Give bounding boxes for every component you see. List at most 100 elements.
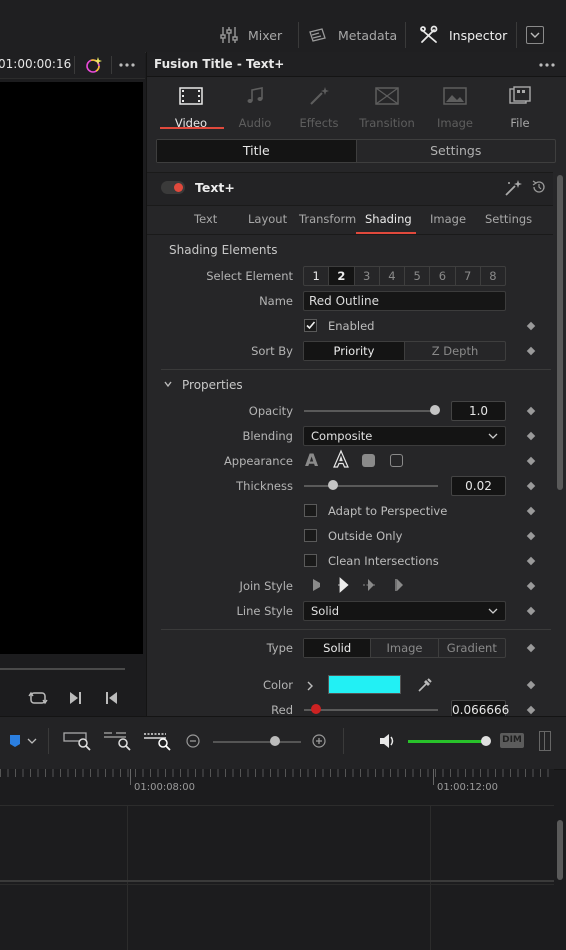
tab-file[interactable]: File	[489, 80, 551, 130]
appearance-label: Appearance	[223, 454, 293, 468]
dim-button[interactable]: DIM	[500, 733, 524, 748]
inspector-scrollbar[interactable]	[557, 175, 563, 490]
color-sample-icon[interactable]	[84, 55, 104, 75]
color-swatch[interactable]	[328, 675, 401, 694]
join-style-miter-icon[interactable]	[336, 577, 350, 593]
sort-by-selector: Priority Z Depth	[303, 341, 506, 361]
transition-icon	[375, 87, 399, 105]
viewer-canvas[interactable]	[0, 82, 143, 654]
red-slider-knob[interactable]	[311, 704, 321, 714]
node-enable-toggle[interactable]	[161, 181, 185, 194]
appearance-rounded-box-icon[interactable]	[362, 454, 375, 467]
color-label: Color	[262, 678, 293, 692]
element-6[interactable]: 6	[429, 267, 454, 285]
tab-video[interactable]: Video	[160, 80, 222, 130]
volume-slider-knob[interactable]	[481, 736, 491, 746]
metadata-tab[interactable]: Metadata	[308, 20, 397, 50]
tab-settings[interactable]: Settings	[355, 140, 556, 162]
mixer-tab[interactable]: Mixer	[220, 20, 282, 50]
tab-audio[interactable]: Audio	[224, 80, 286, 130]
volume-slider[interactable]	[408, 740, 486, 743]
blending-label: Blending	[242, 429, 293, 443]
subtab-transform[interactable]: Transform	[299, 212, 356, 226]
zoom-slider[interactable]	[213, 741, 301, 743]
sort-priority[interactable]: Priority	[304, 342, 404, 360]
element-8[interactable]: 8	[479, 267, 505, 285]
outside-only-checkbox[interactable]	[304, 529, 317, 542]
viewer-scrubber[interactable]	[0, 668, 125, 670]
appearance-solid-text-icon[interactable]: A	[305, 451, 318, 471]
element-name-input[interactable]: Red Outline	[303, 291, 506, 311]
chevron-down-icon	[488, 608, 498, 614]
appearance-outline-box-icon[interactable]	[390, 454, 403, 467]
thickness-slider[interactable]	[304, 485, 438, 487]
subtab-settings[interactable]: Settings	[485, 212, 532, 226]
tab-image[interactable]: Image	[424, 80, 486, 130]
speaker-icon[interactable]	[378, 732, 398, 750]
previous-frame-icon[interactable]	[104, 690, 120, 706]
color-expand-icon[interactable]	[305, 680, 315, 692]
element-5[interactable]: 5	[404, 267, 429, 285]
clean-intersections-checkbox[interactable]	[304, 554, 317, 567]
divider	[343, 728, 344, 754]
sort-z-depth[interactable]: Z Depth	[404, 342, 505, 360]
inspector-options-icon[interactable]	[538, 62, 556, 68]
opacity-label: Opacity	[248, 404, 293, 418]
line-style-dropdown[interactable]: Solid	[303, 601, 506, 621]
join-style-round-icon[interactable]	[361, 577, 377, 593]
thickness-slider-knob[interactable]	[328, 480, 338, 490]
reset-icon[interactable]	[531, 179, 547, 195]
zoom-full-icon[interactable]	[62, 731, 92, 751]
red-slider[interactable]	[304, 709, 438, 711]
zoom-slider-knob[interactable]	[270, 736, 280, 746]
element-3[interactable]: 3	[353, 267, 379, 285]
zoom-out-icon[interactable]	[186, 734, 200, 748]
workspace-menu-button[interactable]	[526, 26, 544, 44]
thickness-value[interactable]: 0.02	[451, 476, 506, 496]
timeline-scrollbar[interactable]	[557, 820, 563, 880]
blending-dropdown[interactable]: Composite	[303, 426, 506, 446]
timecode-display[interactable]: 01:00:00:16	[0, 57, 71, 71]
file-icon	[509, 86, 531, 104]
tab-effects[interactable]: Effects	[288, 80, 350, 130]
select-element-label: Select Element	[206, 269, 293, 283]
element-selector: 1 2 3 4 5 6 7 8	[303, 266, 506, 286]
zoom-in-icon[interactable]	[312, 734, 326, 748]
timeline-track-area[interactable]	[0, 806, 554, 950]
subtab-layout[interactable]: Layout	[248, 212, 287, 226]
divider	[48, 728, 49, 754]
loop-icon[interactable]	[28, 689, 48, 707]
opacity-slider-knob[interactable]	[430, 405, 440, 415]
properties-collapse-icon[interactable]	[163, 379, 173, 389]
opacity-slider[interactable]	[304, 410, 438, 412]
element-7[interactable]: 7	[454, 267, 480, 285]
type-gradient[interactable]: Gradient	[437, 639, 505, 657]
opacity-value[interactable]: 1.0	[451, 401, 506, 421]
magic-wand-icon[interactable]	[503, 178, 523, 198]
timeline-gridline	[430, 806, 431, 950]
enabled-checkbox[interactable]	[304, 319, 317, 332]
eyedropper-icon[interactable]	[417, 677, 433, 693]
appearance-outline-text-icon[interactable]	[332, 449, 350, 469]
join-style-bevel-icon[interactable]	[310, 577, 322, 593]
viewer-options-icon[interactable]	[118, 62, 136, 68]
element-1[interactable]: 1	[304, 267, 328, 285]
type-solid[interactable]: Solid	[304, 639, 371, 657]
element-2[interactable]: 2	[328, 267, 354, 285]
subtab-shading[interactable]: Shading	[365, 212, 412, 226]
flag-icon[interactable]	[8, 734, 38, 748]
section-properties[interactable]: Properties	[182, 378, 243, 392]
zoom-detail-icon[interactable]	[102, 731, 132, 751]
tab-title[interactable]: Title	[157, 140, 356, 162]
next-frame-icon[interactable]	[67, 690, 83, 706]
tab-transition[interactable]: Transition	[356, 80, 418, 130]
join-style-flat-icon[interactable]	[390, 577, 406, 593]
zoom-custom-icon[interactable]	[142, 731, 172, 751]
type-image[interactable]: Image	[370, 639, 437, 657]
subtab-text[interactable]: Text	[194, 212, 217, 226]
subtab-image[interactable]: Image	[430, 212, 466, 226]
inspector-tab[interactable]: Inspector	[419, 20, 507, 50]
active-tab-underline	[160, 127, 224, 129]
element-4[interactable]: 4	[378, 267, 404, 285]
adapt-to-perspective-checkbox[interactable]	[304, 504, 317, 517]
